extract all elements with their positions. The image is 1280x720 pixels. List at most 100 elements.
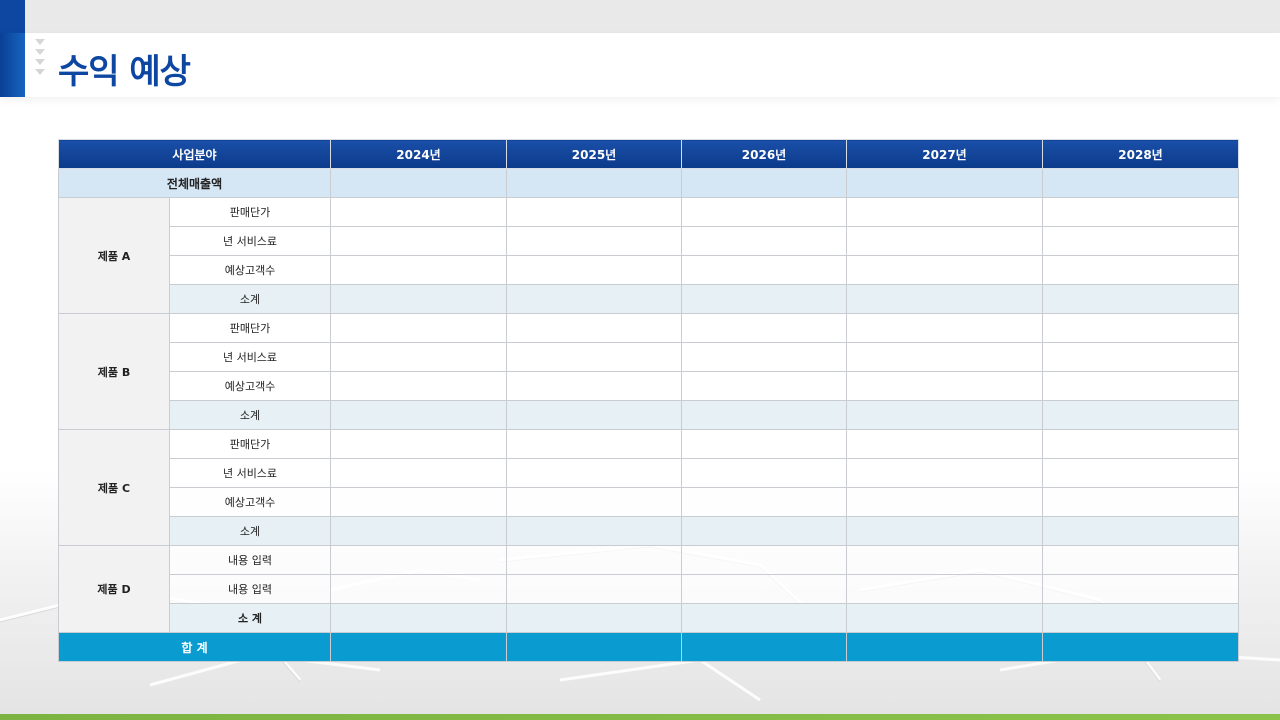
table-cell[interactable] — [330, 400, 508, 430]
table-cell[interactable] — [681, 574, 848, 604]
table-cell[interactable] — [846, 516, 1044, 546]
table-cell[interactable] — [846, 632, 1044, 662]
subtotal-label: 소 계 — [168, 603, 332, 633]
header-year-2025: 2025년 — [506, 139, 683, 169]
table-cell[interactable] — [1042, 255, 1240, 285]
table-cell[interactable] — [330, 197, 508, 227]
table-cell[interactable] — [330, 255, 508, 285]
table-cell[interactable] — [681, 371, 848, 401]
table-cell[interactable] — [846, 226, 1044, 256]
table-cell[interactable] — [1042, 371, 1240, 401]
item-label: 판매단가 — [168, 429, 332, 459]
group-label: 제품 A — [58, 197, 170, 314]
table-cell[interactable] — [506, 284, 683, 314]
table-cell[interactable] — [506, 168, 683, 198]
table-cell[interactable] — [506, 458, 683, 488]
table-cell[interactable] — [330, 168, 508, 198]
table-cell[interactable] — [1042, 429, 1240, 459]
total-revenue-label: 전체매출액 — [57, 168, 332, 198]
table-cell[interactable] — [330, 226, 508, 256]
table-cell[interactable] — [330, 574, 508, 604]
table-cell[interactable] — [681, 429, 848, 459]
table-cell[interactable] — [846, 487, 1044, 517]
table-cell[interactable] — [330, 371, 508, 401]
table-cell[interactable] — [681, 516, 848, 546]
table-cell[interactable] — [1042, 632, 1240, 662]
table-cell[interactable] — [846, 168, 1044, 198]
table-cell[interactable] — [681, 226, 848, 256]
table-cell[interactable] — [1042, 574, 1240, 604]
table-cell[interactable] — [846, 400, 1044, 430]
table-cell[interactable] — [846, 197, 1044, 227]
table-cell[interactable] — [681, 255, 848, 285]
table-cell[interactable] — [506, 342, 683, 372]
table-cell[interactable] — [681, 197, 848, 227]
table-cell[interactable] — [330, 545, 508, 575]
table-cell[interactable] — [681, 168, 848, 198]
table-cell[interactable] — [506, 487, 683, 517]
table-cell[interactable] — [1042, 400, 1240, 430]
subtotal-row: 소 계 — [59, 603, 1240, 633]
table-cell[interactable] — [506, 255, 683, 285]
table-cell[interactable] — [1042, 487, 1240, 517]
table-cell[interactable] — [1042, 342, 1240, 372]
table-row: 예상고객수 — [59, 487, 1240, 517]
table-cell[interactable] — [846, 429, 1044, 459]
table-cell[interactable] — [1042, 313, 1240, 343]
item-label: 년 서비스료 — [168, 342, 332, 372]
table-cell[interactable] — [846, 284, 1044, 314]
table-cell[interactable] — [846, 255, 1044, 285]
table-cell[interactable] — [330, 313, 508, 343]
table-cell[interactable] — [681, 284, 848, 314]
table-cell[interactable] — [1042, 458, 1240, 488]
table-cell[interactable] — [506, 545, 683, 575]
table-row: 제품 C 판매단가 — [58, 429, 1240, 546]
table-cell[interactable] — [1042, 603, 1240, 633]
table-cell[interactable] — [1042, 284, 1240, 314]
table-cell[interactable] — [681, 400, 848, 430]
table-cell[interactable] — [506, 574, 683, 604]
table-cell[interactable] — [506, 429, 683, 459]
table-cell[interactable] — [330, 487, 508, 517]
table-header-row: 사업분야 2024년 2025년 2026년 2027년 2028년 — [57, 139, 1240, 169]
table-cell[interactable] — [330, 429, 508, 459]
table-cell[interactable] — [506, 197, 683, 227]
table-cell[interactable] — [681, 342, 848, 372]
table-cell[interactable] — [846, 545, 1044, 575]
table-cell[interactable] — [681, 487, 848, 517]
table-cell[interactable] — [506, 371, 683, 401]
header-category: 사업분야 — [57, 139, 332, 169]
table-cell[interactable] — [506, 516, 683, 546]
table-cell[interactable] — [330, 516, 508, 546]
table-cell[interactable] — [681, 458, 848, 488]
table-cell[interactable] — [1042, 545, 1240, 575]
item-label: 예상고객수 — [168, 255, 332, 285]
table-cell[interactable] — [1042, 516, 1240, 546]
table-cell[interactable] — [330, 342, 508, 372]
table-cell[interactable] — [681, 603, 848, 633]
item-label: 판매단가 — [168, 197, 332, 227]
table-cell[interactable] — [1042, 197, 1240, 227]
table-cell[interactable] — [330, 458, 508, 488]
group-label: 제품 B — [58, 313, 170, 430]
table-cell[interactable] — [506, 313, 683, 343]
table-cell[interactable] — [846, 458, 1044, 488]
table-cell[interactable] — [330, 284, 508, 314]
table-cell[interactable] — [846, 342, 1044, 372]
table-cell[interactable] — [846, 313, 1044, 343]
table-cell[interactable] — [330, 632, 508, 662]
table-cell[interactable] — [1042, 226, 1240, 256]
table-cell[interactable] — [1042, 168, 1240, 198]
table-cell[interactable] — [846, 603, 1044, 633]
table-cell[interactable] — [506, 632, 683, 662]
group-label: 제품 D — [58, 545, 170, 633]
table-cell[interactable] — [506, 400, 683, 430]
table-cell[interactable] — [846, 371, 1044, 401]
table-cell[interactable] — [681, 545, 848, 575]
table-cell[interactable] — [681, 313, 848, 343]
table-cell[interactable] — [846, 574, 1044, 604]
table-cell[interactable] — [506, 603, 683, 633]
table-cell[interactable] — [330, 603, 508, 633]
table-cell[interactable] — [681, 632, 848, 662]
table-cell[interactable] — [506, 226, 683, 256]
